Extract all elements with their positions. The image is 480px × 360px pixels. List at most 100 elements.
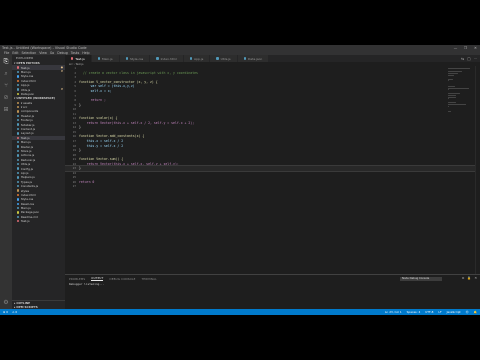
file-type-icon — [17, 171, 20, 175]
tab-app-js[interactable]: App.js — [183, 55, 211, 62]
tab-main-js[interactable]: Main.js — [91, 55, 120, 62]
modified-badge: M — [60, 88, 63, 92]
status-item[interactable]: Ln 23, Col 1 — [385, 310, 402, 314]
close-panel-icon[interactable]: ✕ — [474, 276, 477, 280]
lock-scroll-icon[interactable]: 🔒 — [467, 276, 471, 280]
source-control-icon[interactable]: ⑂ — [3, 82, 10, 89]
minimize-button[interactable]: — — [453, 46, 458, 50]
output-channel-select[interactable]: Node Debug Console — [400, 276, 442, 281]
file-type-icon — [17, 145, 20, 148]
extensions-icon[interactable]: ⊞ — [3, 106, 10, 113]
file-type-icon — [97, 57, 101, 60]
minimap-line — [448, 87, 469, 89]
minimap-line — [448, 67, 470, 69]
editor-scrollbar[interactable] — [475, 66, 480, 274]
status-item[interactable]: Spaces: 4 — [407, 310, 421, 314]
files-icon[interactable]: ⎘ — [3, 58, 10, 65]
file-type-icon — [17, 202, 20, 205]
tab-index-html[interactable]: Index.html — [150, 55, 184, 62]
minimap-line — [448, 110, 451, 112]
vscode-window: Test.js - Untitled (Workspace) - Visual … — [0, 45, 480, 315]
tab-label: Data.json — [248, 56, 263, 61]
status-item[interactable]: UTF-8 — [425, 310, 433, 314]
code-lines: 12 // create a vector class in javascrip… — [65, 66, 480, 189]
status-item[interactable]: ☺ — [466, 310, 469, 314]
maximize-button[interactable]: ❐ — [463, 46, 468, 50]
file-label: Data.json — [20, 91, 35, 96]
sidebar-file-item[interactable]: Test.js — [12, 219, 65, 223]
tab-style-css[interactable]: Style.css — [119, 55, 151, 62]
minimap-line — [448, 101, 457, 103]
file-type-icon — [71, 57, 74, 60]
code-line: 27 — [65, 184, 480, 189]
menu-item-debug[interactable]: Debug — [57, 51, 67, 55]
tab-label: Utils.js — [220, 56, 231, 61]
file-type-icon — [17, 198, 20, 201]
modified-badge: ● — [60, 66, 63, 70]
menu-item-edit[interactable]: Edit — [12, 51, 18, 55]
panel-tab-debug-console[interactable]: DEBUG CONSOLE — [109, 277, 135, 281]
search-icon[interactable]: ⌕ — [3, 70, 10, 77]
panel-tab-terminal[interactable]: TERMINAL — [142, 277, 157, 281]
minimap-line — [448, 85, 455, 87]
tab-label: Main.js — [102, 56, 113, 61]
status-item[interactable]: JavaScript — [447, 310, 461, 314]
file-label: styles — [20, 188, 30, 193]
file-type-icon — [17, 154, 20, 157]
letterbox-bottom — [0, 315, 480, 360]
toggle-layout-icon[interactable]: □ — [467, 57, 470, 61]
file-type-icon — [17, 180, 20, 183]
file-type-icon — [17, 220, 20, 223]
file-label: Index.html — [20, 78, 36, 83]
panel-tab-problems[interactable]: PROBLEMS — [69, 277, 85, 281]
tab-data-json[interactable]: Data.json — [237, 55, 270, 62]
menu-item-help[interactable]: Help — [82, 51, 89, 55]
file-type-icon — [17, 132, 20, 135]
file-type-icon — [17, 66, 20, 69]
file-type-icon — [125, 57, 128, 60]
status-item[interactable]: 🔔 — [474, 310, 477, 314]
file-label: Constants.js — [20, 184, 39, 189]
menu-item-file[interactable]: File — [4, 51, 9, 55]
file-label: Header.js — [20, 113, 34, 118]
file-label: ▾ assets — [20, 100, 33, 105]
menu-item-selection[interactable]: Selection — [22, 51, 37, 55]
editor-actions: ⇆ □ ⋯ — [461, 55, 477, 62]
tab-utils-js[interactable]: Utils.js — [210, 55, 238, 62]
file-type-icon — [17, 162, 20, 166]
menu-item-go[interactable]: Go — [50, 51, 54, 55]
file-type-icon — [216, 57, 219, 60]
menu-item-tasks[interactable]: Tasks — [71, 51, 80, 55]
file-label: Content.js — [20, 127, 36, 132]
file-type-icon — [17, 70, 20, 74]
code-editor[interactable]: 12 // create a vector class in javascrip… — [65, 66, 480, 274]
file-type-icon — [17, 123, 20, 126]
activity-bar: ⎘ ⌕ ⑂ ⊘ ⊞ ⚙ — [0, 55, 12, 309]
file-type-icon — [17, 119, 20, 122]
close-button[interactable]: ✕ — [473, 46, 478, 50]
clear-output-icon[interactable]: ≡ — [462, 276, 465, 280]
minimap[interactable] — [448, 66, 470, 274]
file-label: Api.js — [20, 170, 29, 175]
more-actions-icon[interactable]: ⋯ — [474, 57, 478, 61]
panel-tab-output[interactable]: OUTPUT — [91, 276, 104, 281]
file-type-icon — [17, 114, 20, 118]
file-tree: ▾ assets ▾ src components Header.js Footer.j… — [12, 101, 65, 224]
split-editor-icon[interactable]: ⇆ — [461, 57, 464, 61]
file-label: Test.js — [20, 135, 30, 140]
gear-icon[interactable]: ⚙ — [3, 299, 10, 306]
status-item[interactable]: ⚠ 0 — [12, 310, 17, 314]
debug-icon[interactable]: ⊘ — [3, 94, 10, 101]
file-label: App.js — [20, 83, 30, 88]
status-left: ⊗ 0 ⚠ 0 — [3, 310, 17, 314]
file-label: Footer.js — [20, 118, 33, 123]
minimap-line — [448, 92, 460, 94]
tab-test-js[interactable]: Test.js — [65, 55, 92, 62]
file-type-icon — [243, 57, 246, 60]
minimap-line — [448, 96, 457, 98]
status-item[interactable]: ⊗ 0 — [3, 310, 8, 314]
status-item[interactable]: LF — [438, 310, 441, 314]
modified-badge: M — [60, 70, 63, 74]
file-type-icon — [17, 206, 20, 210]
menu-item-view[interactable]: View — [39, 51, 47, 55]
